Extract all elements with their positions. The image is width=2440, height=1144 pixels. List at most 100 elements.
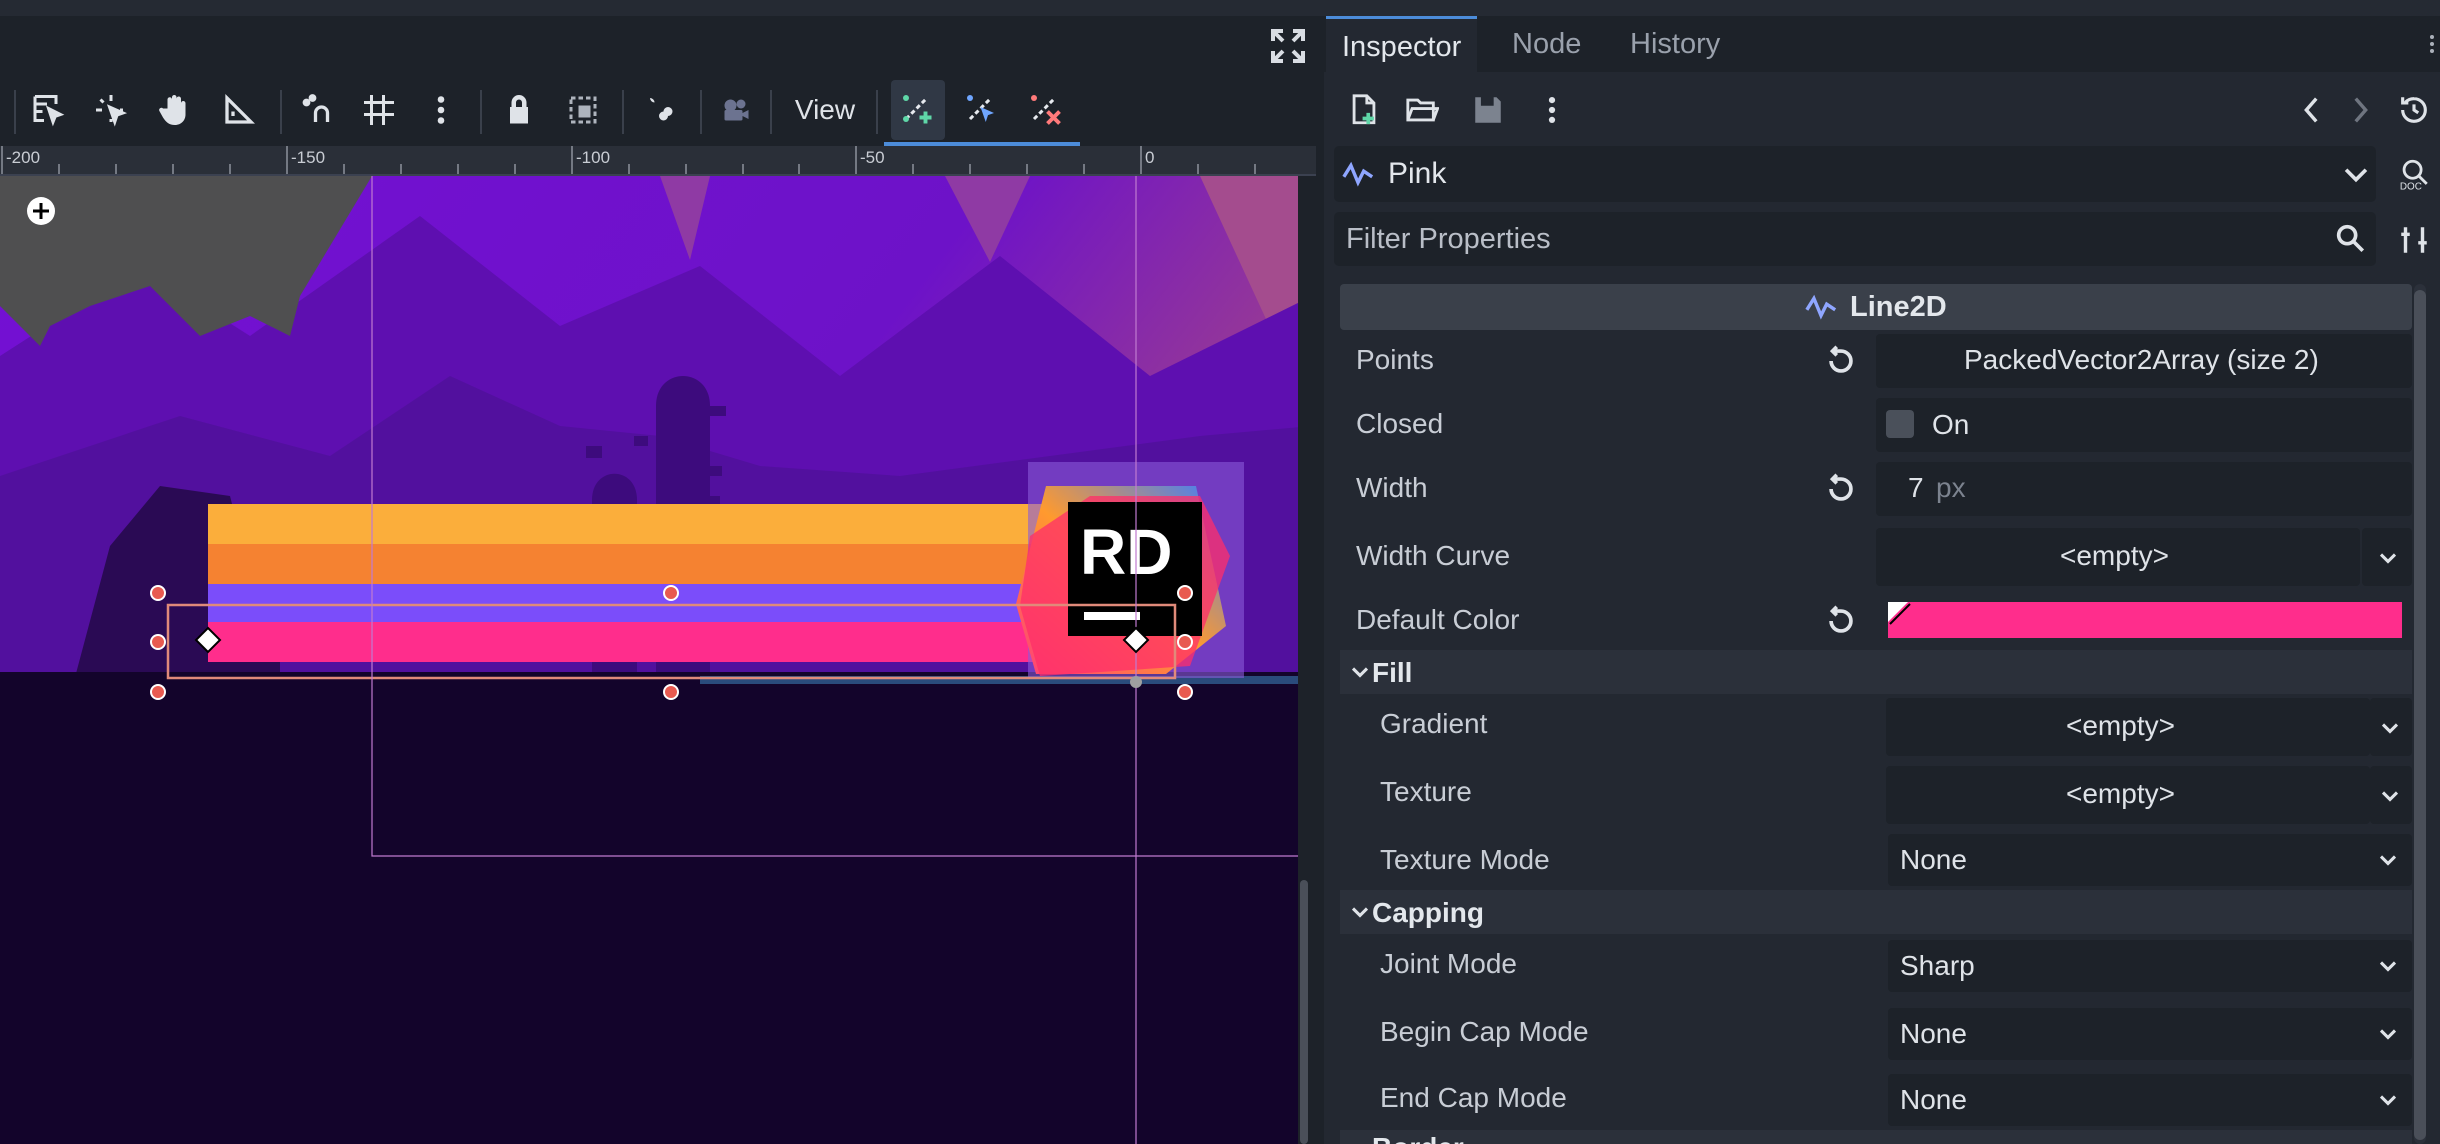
- smart-snap-icon[interactable]: [290, 80, 344, 140]
- edit-point-icon[interactable]: [955, 80, 1009, 140]
- tab-history[interactable]: History: [1614, 16, 1736, 72]
- property-row-gradient: Gradient <empty>: [1340, 694, 2412, 760]
- more-options-icon[interactable]: [1530, 88, 1574, 132]
- object-history-icon[interactable]: [2392, 88, 2436, 132]
- gradient-value: <empty>: [2066, 710, 2175, 741]
- inspector-scrollbar-thumb[interactable]: [2414, 290, 2426, 1140]
- open-folder-icon[interactable]: [1400, 88, 1444, 132]
- fullscreen-icon[interactable]: [1268, 26, 1308, 66]
- node-selector[interactable]: [1334, 146, 2376, 202]
- lock-icon[interactable]: [492, 80, 546, 140]
- property-row-default-color: Default Color: [1340, 588, 2412, 650]
- snap-options-icon[interactable]: [414, 80, 468, 140]
- default-color-swatch[interactable]: [1888, 602, 2402, 638]
- width-curve-value: <empty>: [2060, 540, 2169, 571]
- property-label: Begin Cap Mode: [1380, 1016, 1589, 1047]
- history-back-icon[interactable]: [2292, 88, 2332, 132]
- property-row-begin-cap-mode: Begin Cap Mode None: [1340, 1004, 2412, 1066]
- pan-mode-icon[interactable]: [148, 80, 202, 140]
- revert-icon[interactable]: [1824, 344, 1858, 378]
- chevron-down-icon: [2374, 544, 2402, 572]
- ruler-label: -100: [576, 148, 611, 167]
- chevron-down-icon: [1346, 898, 1374, 926]
- bone-icon[interactable]: [632, 80, 686, 140]
- property-row-end-cap-mode: End Cap Mode None: [1340, 1070, 2412, 1132]
- viewport-canvas[interactable]: RD: [0, 176, 1312, 1144]
- tab-inspector[interactable]: Inspector: [1326, 16, 1478, 72]
- grid-snap-icon[interactable]: [352, 80, 406, 140]
- revert-icon[interactable]: [1824, 472, 1858, 506]
- delete-point-icon[interactable]: [1019, 80, 1073, 140]
- chevron-down-icon[interactable]: [2338, 156, 2374, 192]
- select-mode-icon[interactable]: [20, 80, 74, 140]
- toolbar-separator: [14, 90, 16, 134]
- tools-icon[interactable]: [2392, 218, 2436, 262]
- search-icon[interactable]: [2332, 220, 2368, 256]
- save-icon[interactable]: [1466, 88, 1510, 132]
- property-row-texture: Texture <empty>: [1340, 762, 2412, 828]
- section-title: Capping: [1372, 897, 1484, 928]
- viewport-scrollbar-thumb[interactable]: [1300, 880, 1308, 1144]
- camera-icon[interactable]: [708, 80, 762, 140]
- section-fill[interactable]: Fill: [1340, 650, 2412, 694]
- ruler-label: -200: [6, 148, 41, 167]
- texture-mode-value: None: [1900, 844, 1967, 875]
- property-label: Width Curve: [1356, 540, 1511, 571]
- chevron-down-icon: [2376, 782, 2404, 810]
- points-value: PackedVector2Array (size 2): [1964, 344, 2319, 375]
- property-label: Texture Mode: [1380, 844, 1550, 875]
- chevron-down-icon: [2374, 1020, 2402, 1048]
- new-resource-icon[interactable]: [1342, 88, 1386, 132]
- closed-checkbox[interactable]: [1886, 410, 1914, 438]
- begin-cap-mode-value: None: [1900, 1018, 1967, 1049]
- toolbar-separator: [876, 90, 878, 134]
- property-label: Gradient: [1380, 708, 1488, 739]
- class-name: Line2D: [1850, 291, 1947, 323]
- scene-artwork: RD: [0, 176, 1312, 1144]
- toolbar-separator: [480, 90, 482, 134]
- section-title: Border: [1372, 1132, 1464, 1144]
- line2d-icon: [1804, 290, 1838, 324]
- property-row-joint-mode: Joint Mode Sharp: [1340, 936, 2412, 998]
- add-point-icon[interactable]: [891, 80, 945, 140]
- joint-mode-value: Sharp: [1900, 950, 1975, 981]
- width-value: 7: [1908, 472, 1924, 503]
- history-forward-icon[interactable]: [2340, 88, 2380, 132]
- property-label: Width: [1356, 472, 1428, 503]
- end-cap-mode-value: None: [1900, 1084, 1967, 1115]
- top-strip: [0, 0, 2440, 16]
- ruler-label: 0: [1145, 148, 1155, 167]
- node-name: Pink: [1388, 157, 1447, 190]
- property-row-texture-mode: Texture Mode None: [1340, 830, 2412, 890]
- property-label: Texture: [1380, 776, 1472, 807]
- revert-icon[interactable]: [1824, 604, 1858, 638]
- section-title: Fill: [1372, 657, 1413, 688]
- tab-node[interactable]: Node: [1496, 16, 1597, 72]
- documentation-icon[interactable]: DOC: [2392, 152, 2436, 196]
- property-row-closed: Closed On: [1340, 394, 2412, 456]
- ruler-label: -50: [860, 148, 885, 167]
- closed-checkbox-label: On: [1932, 409, 1970, 440]
- view-menu-button[interactable]: View: [780, 82, 870, 138]
- property-label: End Cap Mode: [1380, 1082, 1567, 1113]
- chevron-down-icon: [2374, 1086, 2402, 1114]
- line2d-icon: [1340, 156, 1376, 192]
- toolbar-separator: [622, 90, 624, 134]
- chevron-down-icon: [2376, 714, 2404, 742]
- chevron-down-icon: [1346, 658, 1374, 686]
- toolbar-separator: [770, 90, 772, 134]
- section-border[interactable]: Border: [1340, 1130, 2412, 1144]
- horizontal-ruler[interactable]: -200 -150 -100 -50 0: [0, 146, 1316, 176]
- chevron-down-icon: [2374, 952, 2402, 980]
- group-icon[interactable]: [556, 80, 610, 140]
- section-capping[interactable]: Capping: [1340, 890, 2412, 934]
- toolbar-separator: [700, 90, 702, 134]
- ruler-mode-icon[interactable]: [212, 80, 266, 140]
- move-mode-icon[interactable]: [84, 80, 138, 140]
- chevron-down-icon: [2374, 846, 2402, 874]
- texture-value: <empty>: [2066, 778, 2175, 809]
- panel-menu-icon[interactable]: [2424, 24, 2440, 64]
- property-label: Default Color: [1356, 604, 1520, 635]
- property-row-width: Width 7 px: [1340, 458, 2412, 520]
- toolbar-separator: [280, 90, 282, 134]
